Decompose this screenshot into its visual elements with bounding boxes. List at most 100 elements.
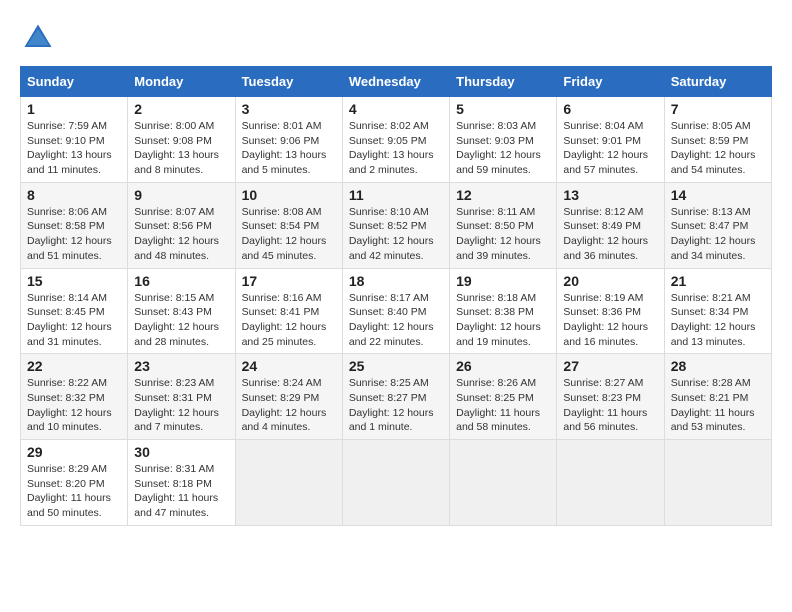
day-number: 13: [563, 187, 657, 203]
day-number: 20: [563, 273, 657, 289]
day-number: 8: [27, 187, 121, 203]
table-row: 4 Sunrise: 8:02 AMSunset: 9:05 PMDayligh…: [342, 97, 449, 183]
day-number: 21: [671, 273, 765, 289]
table-row: 16 Sunrise: 8:15 AMSunset: 8:43 PMDaylig…: [128, 268, 235, 354]
table-row: 12 Sunrise: 8:11 AMSunset: 8:50 PMDaylig…: [450, 182, 557, 268]
day-detail: Sunrise: 8:17 AMSunset: 8:40 PMDaylight:…: [349, 292, 434, 348]
day-number: 24: [242, 358, 336, 374]
day-number: 4: [349, 101, 443, 117]
day-number: 30: [134, 444, 228, 460]
day-number: 11: [349, 187, 443, 203]
table-row: 19 Sunrise: 8:18 AMSunset: 8:38 PMDaylig…: [450, 268, 557, 354]
day-detail: Sunrise: 8:14 AMSunset: 8:45 PMDaylight:…: [27, 292, 112, 348]
day-detail: Sunrise: 8:27 AMSunset: 8:23 PMDaylight:…: [563, 377, 647, 433]
day-number: 28: [671, 358, 765, 374]
table-row: 17 Sunrise: 8:16 AMSunset: 8:41 PMDaylig…: [235, 268, 342, 354]
day-detail: Sunrise: 8:04 AMSunset: 9:01 PMDaylight:…: [563, 120, 648, 176]
table-row: 1 Sunrise: 7:59 AMSunset: 9:10 PMDayligh…: [21, 97, 128, 183]
empty-cell: [557, 440, 664, 526]
day-number: 6: [563, 101, 657, 117]
day-detail: Sunrise: 8:25 AMSunset: 8:27 PMDaylight:…: [349, 377, 434, 433]
table-row: 13 Sunrise: 8:12 AMSunset: 8:49 PMDaylig…: [557, 182, 664, 268]
day-detail: Sunrise: 8:06 AMSunset: 8:58 PMDaylight:…: [27, 206, 112, 262]
table-row: 24 Sunrise: 8:24 AMSunset: 8:29 PMDaylig…: [235, 354, 342, 440]
calendar-body: 1 Sunrise: 7:59 AMSunset: 9:10 PMDayligh…: [21, 97, 772, 526]
day-detail: Sunrise: 8:05 AMSunset: 8:59 PMDaylight:…: [671, 120, 756, 176]
day-detail: Sunrise: 8:07 AMSunset: 8:56 PMDaylight:…: [134, 206, 219, 262]
empty-cell: [342, 440, 449, 526]
day-detail: Sunrise: 8:03 AMSunset: 9:03 PMDaylight:…: [456, 120, 541, 176]
day-detail: Sunrise: 8:13 AMSunset: 8:47 PMDaylight:…: [671, 206, 756, 262]
day-number: 12: [456, 187, 550, 203]
calendar-header-row: Sunday Monday Tuesday Wednesday Thursday…: [21, 67, 772, 97]
logo-icon: [20, 20, 56, 56]
table-row: 27 Sunrise: 8:27 AMSunset: 8:23 PMDaylig…: [557, 354, 664, 440]
day-detail: Sunrise: 8:10 AMSunset: 8:52 PMDaylight:…: [349, 206, 434, 262]
table-row: 7 Sunrise: 8:05 AMSunset: 8:59 PMDayligh…: [664, 97, 771, 183]
table-row: 23 Sunrise: 8:23 AMSunset: 8:31 PMDaylig…: [128, 354, 235, 440]
table-row: 29 Sunrise: 8:29 AMSunset: 8:20 PMDaylig…: [21, 440, 128, 526]
day-number: 2: [134, 101, 228, 117]
day-number: 29: [27, 444, 121, 460]
table-row: 26 Sunrise: 8:26 AMSunset: 8:25 PMDaylig…: [450, 354, 557, 440]
day-detail: Sunrise: 8:28 AMSunset: 8:21 PMDaylight:…: [671, 377, 755, 433]
empty-cell: [664, 440, 771, 526]
day-number: 22: [27, 358, 121, 374]
day-number: 7: [671, 101, 765, 117]
table-row: 10 Sunrise: 8:08 AMSunset: 8:54 PMDaylig…: [235, 182, 342, 268]
day-number: 26: [456, 358, 550, 374]
table-row: 28 Sunrise: 8:28 AMSunset: 8:21 PMDaylig…: [664, 354, 771, 440]
day-detail: Sunrise: 8:01 AMSunset: 9:06 PMDaylight:…: [242, 120, 327, 176]
day-number: 10: [242, 187, 336, 203]
day-detail: Sunrise: 8:24 AMSunset: 8:29 PMDaylight:…: [242, 377, 327, 433]
table-row: 14 Sunrise: 8:13 AMSunset: 8:47 PMDaylig…: [664, 182, 771, 268]
table-row: 9 Sunrise: 8:07 AMSunset: 8:56 PMDayligh…: [128, 182, 235, 268]
day-detail: Sunrise: 8:11 AMSunset: 8:50 PMDaylight:…: [456, 206, 541, 262]
day-number: 16: [134, 273, 228, 289]
day-number: 17: [242, 273, 336, 289]
empty-cell: [235, 440, 342, 526]
table-row: 30 Sunrise: 8:31 AMSunset: 8:18 PMDaylig…: [128, 440, 235, 526]
day-number: 25: [349, 358, 443, 374]
day-number: 23: [134, 358, 228, 374]
day-number: 14: [671, 187, 765, 203]
day-number: 3: [242, 101, 336, 117]
table-row: 15 Sunrise: 8:14 AMSunset: 8:45 PMDaylig…: [21, 268, 128, 354]
table-row: 8 Sunrise: 8:06 AMSunset: 8:58 PMDayligh…: [21, 182, 128, 268]
day-detail: Sunrise: 8:26 AMSunset: 8:25 PMDaylight:…: [456, 377, 540, 433]
day-detail: Sunrise: 7:59 AMSunset: 9:10 PMDaylight:…: [27, 120, 112, 176]
table-row: 25 Sunrise: 8:25 AMSunset: 8:27 PMDaylig…: [342, 354, 449, 440]
table-row: 22 Sunrise: 8:22 AMSunset: 8:32 PMDaylig…: [21, 354, 128, 440]
table-row: 21 Sunrise: 8:21 AMSunset: 8:34 PMDaylig…: [664, 268, 771, 354]
day-number: 1: [27, 101, 121, 117]
day-detail: Sunrise: 8:00 AMSunset: 9:08 PMDaylight:…: [134, 120, 219, 176]
day-detail: Sunrise: 8:19 AMSunset: 8:36 PMDaylight:…: [563, 292, 648, 348]
day-detail: Sunrise: 8:18 AMSunset: 8:38 PMDaylight:…: [456, 292, 541, 348]
table-row: 3 Sunrise: 8:01 AMSunset: 9:06 PMDayligh…: [235, 97, 342, 183]
day-number: 9: [134, 187, 228, 203]
day-detail: Sunrise: 8:29 AMSunset: 8:20 PMDaylight:…: [27, 463, 111, 519]
table-row: 2 Sunrise: 8:00 AMSunset: 9:08 PMDayligh…: [128, 97, 235, 183]
table-row: 5 Sunrise: 8:03 AMSunset: 9:03 PMDayligh…: [450, 97, 557, 183]
day-detail: Sunrise: 8:12 AMSunset: 8:49 PMDaylight:…: [563, 206, 648, 262]
day-detail: Sunrise: 8:23 AMSunset: 8:31 PMDaylight:…: [134, 377, 219, 433]
day-detail: Sunrise: 8:22 AMSunset: 8:32 PMDaylight:…: [27, 377, 112, 433]
page-header: [20, 20, 772, 56]
day-detail: Sunrise: 8:08 AMSunset: 8:54 PMDaylight:…: [242, 206, 327, 262]
day-number: 27: [563, 358, 657, 374]
day-detail: Sunrise: 8:21 AMSunset: 8:34 PMDaylight:…: [671, 292, 756, 348]
day-detail: Sunrise: 8:15 AMSunset: 8:43 PMDaylight:…: [134, 292, 219, 348]
empty-cell: [450, 440, 557, 526]
day-detail: Sunrise: 8:02 AMSunset: 9:05 PMDaylight:…: [349, 120, 434, 176]
calendar-table: Sunday Monday Tuesday Wednesday Thursday…: [20, 66, 772, 526]
day-number: 5: [456, 101, 550, 117]
day-number: 15: [27, 273, 121, 289]
col-monday: Monday: [128, 67, 235, 97]
table-row: 6 Sunrise: 8:04 AMSunset: 9:01 PMDayligh…: [557, 97, 664, 183]
col-thursday: Thursday: [450, 67, 557, 97]
day-number: 19: [456, 273, 550, 289]
col-wednesday: Wednesday: [342, 67, 449, 97]
logo: [20, 20, 60, 56]
table-row: 18 Sunrise: 8:17 AMSunset: 8:40 PMDaylig…: [342, 268, 449, 354]
day-detail: Sunrise: 8:31 AMSunset: 8:18 PMDaylight:…: [134, 463, 218, 519]
